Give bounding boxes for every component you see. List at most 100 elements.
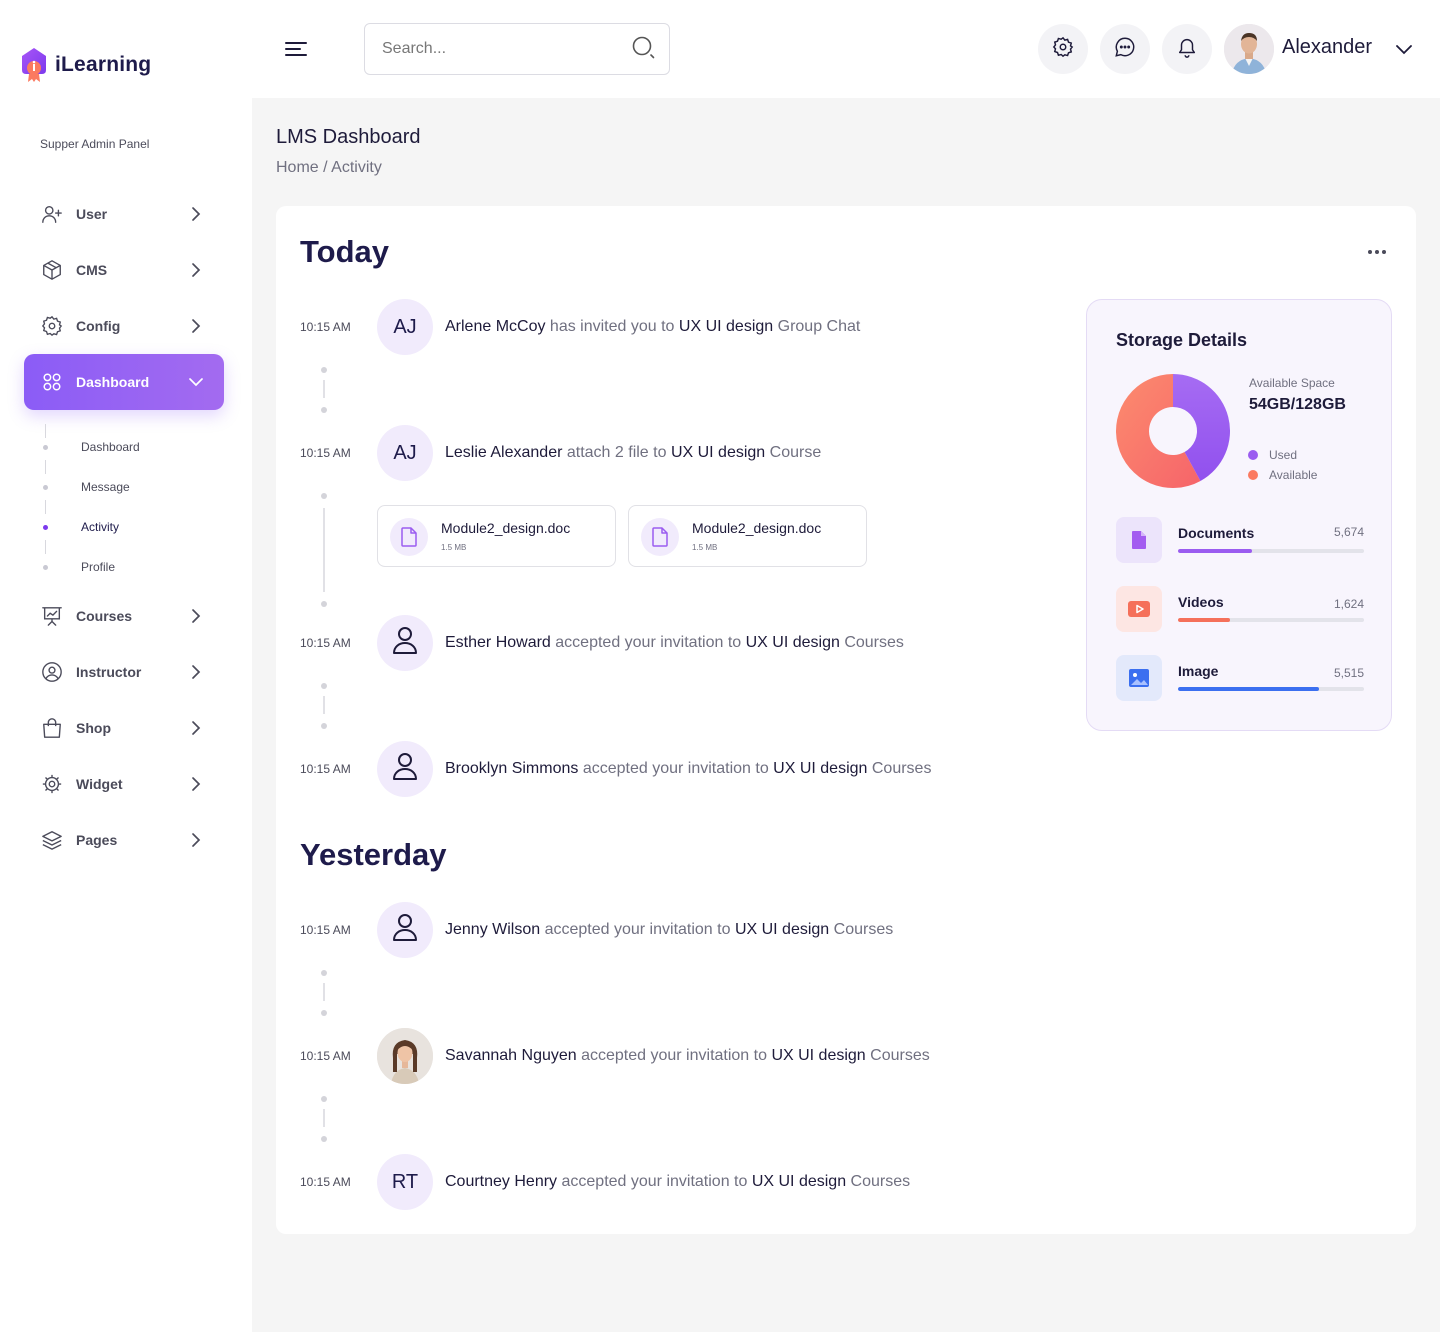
activity-actor[interactable]: Jenny Wilson bbox=[445, 921, 540, 938]
storage-title: Storage Details bbox=[1116, 330, 1248, 350]
activity-target[interactable]: UX UI design bbox=[752, 1173, 846, 1190]
activity-suffix: Course bbox=[765, 444, 822, 461]
chat-bubble-icon bbox=[1114, 36, 1136, 63]
activity-text: Savannah Nguyen accepted your invitation… bbox=[445, 1047, 930, 1065]
sidebar-item-shop[interactable]: Shop bbox=[24, 700, 224, 756]
sidebar-item-user[interactable]: User bbox=[24, 186, 224, 242]
activity-actor[interactable]: Esther Howard bbox=[445, 634, 551, 651]
subnav-item-dashboard[interactable]: Dashboard bbox=[81, 440, 140, 454]
layers-icon bbox=[40, 828, 64, 852]
activity-avatar: RT bbox=[377, 1154, 433, 1210]
sidebar-item-label: Config bbox=[76, 318, 121, 334]
activity-avatar bbox=[377, 741, 433, 797]
timeline-dot bbox=[321, 683, 327, 689]
file-size: 1.5 MB bbox=[441, 543, 467, 552]
chevron-right-icon bbox=[184, 716, 208, 740]
activity-text: Leslie Alexander attach 2 file to UX UI … bbox=[445, 444, 821, 462]
more-options-button[interactable] bbox=[1368, 244, 1392, 260]
activity-actor[interactable]: Brooklyn Simmons bbox=[445, 760, 578, 777]
subnav-item-activity[interactable]: Activity bbox=[81, 520, 119, 534]
activity-time: 10:15 AM bbox=[300, 1049, 351, 1063]
activity-suffix: Courses bbox=[829, 921, 894, 938]
activity-actor[interactable]: Arlene McCoy bbox=[445, 318, 545, 335]
storage-row-documents[interactable]: Documents 5,674 bbox=[1116, 517, 1364, 563]
activity-action: accepted your invitation to bbox=[576, 1047, 772, 1064]
storage-donut-chart bbox=[1116, 374, 1230, 488]
subnav-dot bbox=[43, 485, 48, 490]
activity-action: accepted your invitation to bbox=[578, 760, 774, 777]
storage-row-image[interactable]: Image 5,515 bbox=[1116, 655, 1364, 701]
activity-time: 10:15 AM bbox=[300, 762, 351, 776]
storage-row-videos[interactable]: Videos 1,624 bbox=[1116, 586, 1364, 632]
subnav-item-profile[interactable]: Profile bbox=[81, 560, 115, 574]
dashboard-subnav: Dashboard Message Activity Profile bbox=[40, 420, 220, 590]
activity-avatar: AJ bbox=[377, 299, 433, 355]
activity-avatar-photo bbox=[377, 1028, 433, 1084]
activity-target[interactable]: UX UI design bbox=[771, 1047, 865, 1064]
activity-action: accepted your invitation to bbox=[557, 1173, 752, 1190]
activity-avatar: AJ bbox=[377, 425, 433, 481]
search-box bbox=[364, 23, 670, 75]
chevron-right-icon bbox=[184, 314, 208, 338]
sidebar-item-config[interactable]: Config bbox=[24, 298, 224, 354]
presentation-chart-icon bbox=[40, 604, 64, 628]
chevron-right-icon bbox=[184, 202, 208, 226]
activity-actor[interactable]: Savannah Nguyen bbox=[445, 1047, 577, 1064]
yesterday-heading: Yesterday bbox=[300, 837, 447, 872]
menu-toggle-button[interactable] bbox=[282, 35, 310, 63]
subnav-item-message[interactable]: Message bbox=[81, 480, 130, 494]
user-name[interactable]: Alexander bbox=[1282, 36, 1372, 59]
sidebar-item-widget[interactable]: Widget bbox=[24, 756, 224, 812]
logo[interactable]: iLearning bbox=[19, 46, 151, 84]
subnav-connector bbox=[45, 540, 46, 554]
attachment-file[interactable]: Module2_design.doc 1.5 MB bbox=[377, 505, 616, 567]
storage-progress-track bbox=[1178, 618, 1364, 622]
sidebar-item-label: Instructor bbox=[76, 664, 142, 680]
user-circle-icon bbox=[40, 660, 64, 684]
activity-target[interactable]: UX UI design bbox=[671, 444, 765, 461]
user-avatar[interactable] bbox=[1224, 24, 1274, 74]
activity-target[interactable]: UX UI design bbox=[773, 760, 867, 777]
legend-swatch-used bbox=[1248, 450, 1258, 460]
activity-actor[interactable]: Courtney Henry bbox=[445, 1173, 557, 1190]
image-icon bbox=[1116, 655, 1162, 701]
sidebar: iLearning Supper Admin Panel User CMS Co… bbox=[0, 0, 252, 1332]
breadcrumb-home[interactable]: Home bbox=[276, 159, 319, 176]
sidebar-item-label: User bbox=[76, 206, 108, 222]
activity-text: Esther Howard accepted your invitation t… bbox=[445, 634, 904, 652]
sidebar-item-label: Dashboard bbox=[76, 374, 150, 390]
activity-action: attach 2 file to bbox=[562, 444, 671, 461]
activity-target[interactable]: UX UI design bbox=[735, 921, 829, 938]
search-icon[interactable] bbox=[631, 35, 655, 64]
cog-widget-icon bbox=[40, 772, 64, 796]
activity-actor[interactable]: Leslie Alexander bbox=[445, 444, 562, 461]
messages-button[interactable] bbox=[1100, 24, 1150, 74]
chevron-down-icon[interactable] bbox=[1392, 37, 1416, 61]
page-title: LMS Dashboard bbox=[276, 126, 421, 148]
activity-target[interactable]: UX UI design bbox=[679, 318, 773, 335]
activity-suffix: Courses bbox=[839, 634, 904, 651]
subnav-dot-active bbox=[43, 525, 48, 530]
settings-button[interactable] bbox=[1038, 24, 1088, 74]
sidebar-item-instructor[interactable]: Instructor bbox=[24, 644, 224, 700]
search-input[interactable] bbox=[382, 40, 631, 58]
sidebar-item-cms[interactable]: CMS bbox=[24, 242, 224, 298]
user-outline-icon bbox=[392, 752, 418, 786]
storage-row-count: 5,515 bbox=[1333, 666, 1364, 680]
storage-progress-track bbox=[1178, 549, 1364, 553]
sidebar-item-pages[interactable]: Pages bbox=[24, 812, 224, 868]
notifications-button[interactable] bbox=[1162, 24, 1212, 74]
breadcrumb: Home / Activity bbox=[276, 159, 382, 177]
user-outline-icon bbox=[392, 913, 418, 947]
activity-text: Brooklyn Simmons accepted your invitatio… bbox=[445, 760, 931, 778]
storage-progress-fill bbox=[1178, 618, 1231, 622]
activity-target[interactable]: UX UI design bbox=[746, 634, 840, 651]
sidebar-item-dashboard[interactable]: Dashboard bbox=[24, 354, 224, 410]
sidebar-item-courses[interactable]: Courses bbox=[24, 588, 224, 644]
attachment-file[interactable]: Module2_design.doc 1.5 MB bbox=[628, 505, 867, 567]
subnav-connector bbox=[45, 500, 46, 514]
timeline-dot bbox=[321, 723, 327, 729]
timeline-dot bbox=[321, 601, 327, 607]
activity-text: Courtney Henry accepted your invitation … bbox=[445, 1173, 910, 1191]
timeline-dot bbox=[321, 1096, 327, 1102]
